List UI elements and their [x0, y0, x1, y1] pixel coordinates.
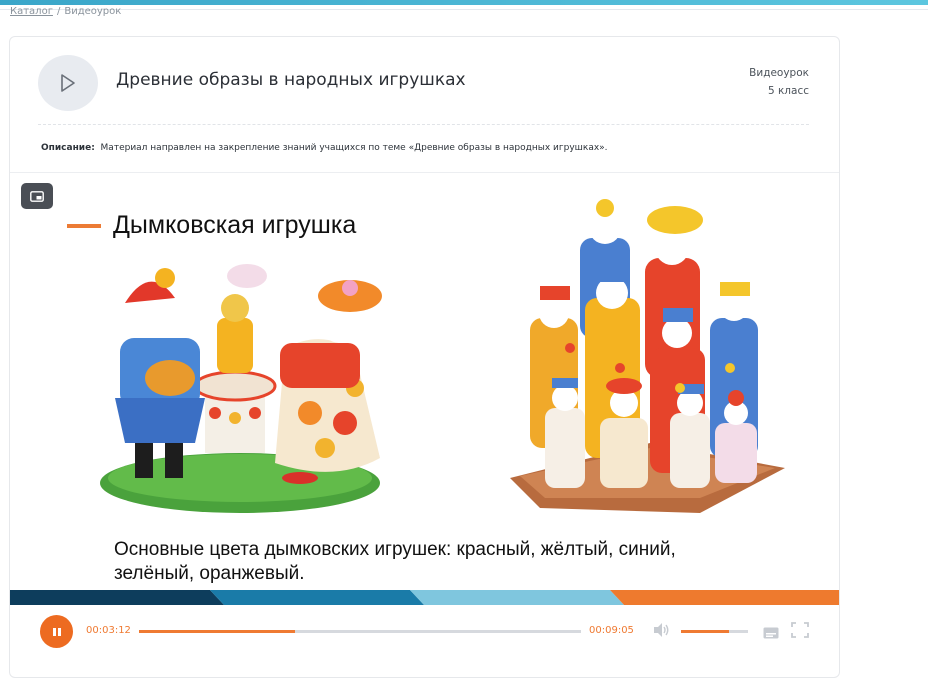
- breadcrumb-separator: /: [56, 6, 61, 17]
- lesson-meta: Видеоурок 5 класс: [749, 64, 809, 100]
- lesson-type: Видеоурок: [749, 67, 809, 79]
- pause-button[interactable]: [40, 615, 73, 648]
- lesson-play-button[interactable]: [38, 55, 98, 111]
- play-icon: [61, 74, 75, 92]
- current-time: 00:03:12: [86, 625, 131, 636]
- duration-time: 00:09:05: [589, 625, 634, 636]
- volume-level: [681, 630, 730, 633]
- video-frame[interactable]: Дымковская игрушка Основные цвета дымков…: [10, 172, 839, 606]
- dashed-divider: [38, 124, 809, 125]
- fullscreen-button[interactable]: [791, 622, 809, 642]
- breadcrumb: Каталог / Видеоурок: [10, 6, 121, 17]
- captions-icon: [763, 627, 779, 639]
- pause-icon: [52, 627, 61, 636]
- seek-bar[interactable]: [139, 630, 581, 633]
- picture-in-picture-button[interactable]: [21, 183, 53, 209]
- slide-body-text: Основные цвета дымковских игрушек: красн…: [114, 539, 676, 584]
- seek-progress: [139, 630, 295, 633]
- header-divider: [0, 9, 928, 10]
- heading-accent-dash: [67, 223, 101, 228]
- fullscreen-icon: [791, 622, 809, 638]
- volume-slider[interactable]: [681, 630, 748, 633]
- description-label: Описание:: [41, 143, 95, 153]
- description-text: Материал направлен на закрепление знаний…: [100, 143, 608, 153]
- slide-heading: Дымковская игрушка: [67, 211, 356, 240]
- mute-button[interactable]: [652, 622, 670, 642]
- dymkovo-toy-group-image: [510, 199, 785, 513]
- breadcrumb-current: Видеоурок: [64, 6, 122, 17]
- top-accent-bar: [0, 0, 928, 5]
- picture-in-picture-icon: [30, 190, 44, 202]
- slide-color-stripe: [10, 590, 839, 606]
- lesson-description: Описание: Материал направлен на закрепле…: [41, 143, 608, 153]
- lesson-title: Древние образы в народных игрушках: [116, 70, 466, 90]
- lesson-grade: 5 класс: [767, 85, 809, 97]
- player-controls: 00:03:12 00:09:05: [10, 605, 839, 655]
- captions-button[interactable]: [763, 624, 779, 643]
- slide-heading-text: Дымковская игрушка: [113, 211, 357, 239]
- dymkovo-toy-tea-party-image: [100, 264, 382, 513]
- lesson-card: Древние образы в народных игрушках Видео…: [9, 36, 840, 678]
- breadcrumb-catalog-link[interactable]: Каталог: [10, 6, 53, 17]
- volume-icon: [654, 623, 669, 637]
